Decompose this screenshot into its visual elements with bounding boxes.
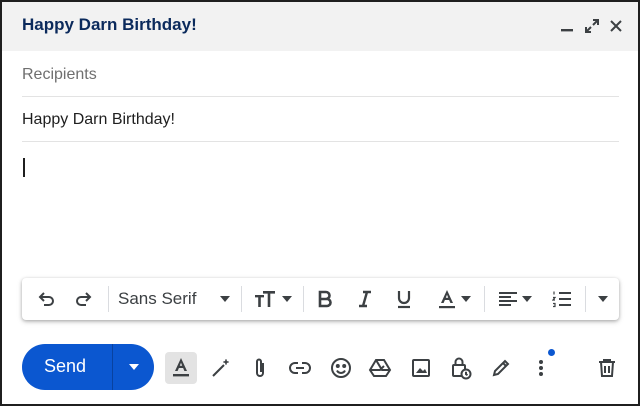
schedule-send-chevron-down-icon[interactable]	[113, 344, 154, 390]
chevron-down-icon	[220, 278, 230, 320]
more-options-icon[interactable]	[525, 352, 557, 384]
minimize-icon[interactable]	[555, 14, 579, 38]
formatting-toolbar: Sans Serif	[22, 278, 619, 320]
drive-icon[interactable]	[364, 352, 396, 384]
subject-text: Happy Darn Birthday!	[22, 111, 175, 128]
confidential-icon[interactable]	[445, 352, 477, 384]
align-button[interactable]	[492, 278, 538, 320]
compose-window: Happy Darn Birthday! Recipients Happy Da…	[0, 0, 640, 406]
message-body[interactable]	[2, 143, 638, 273]
compose-title: Happy Darn Birthday!	[22, 15, 197, 34]
italic-icon[interactable]	[352, 278, 378, 320]
attach-icon[interactable]	[244, 352, 276, 384]
undo-icon[interactable]	[32, 278, 60, 320]
toolbar-separator	[484, 286, 485, 312]
text-size-icon	[255, 291, 275, 307]
trash-icon[interactable]	[591, 352, 623, 384]
toolbar-separator	[241, 286, 242, 312]
photo-icon[interactable]	[405, 352, 437, 384]
compose-header[interactable]: Happy Darn Birthday!	[2, 2, 638, 51]
numbered-list-icon[interactable]	[548, 278, 576, 320]
close-icon[interactable]	[604, 14, 628, 38]
subject-field[interactable]: Happy Darn Birthday!	[22, 97, 619, 142]
toolbar-separator	[108, 286, 109, 312]
font-label: Sans Serif	[118, 289, 197, 308]
emoji-icon[interactable]	[325, 352, 357, 384]
recipients-placeholder: Recipients	[22, 66, 97, 83]
help-me-write-icon[interactable]	[205, 352, 237, 384]
font-select[interactable]: Sans Serif	[118, 278, 236, 320]
chevron-down-icon	[460, 296, 471, 302]
toolbar-separator	[303, 286, 304, 312]
chevron-down-icon	[522, 296, 532, 302]
expand-icon[interactable]	[580, 14, 604, 38]
underline-icon[interactable]	[391, 278, 417, 320]
send-label: Send	[44, 356, 87, 376]
bold-icon[interactable]	[312, 278, 338, 320]
text-color-button[interactable]	[430, 278, 478, 320]
link-icon[interactable]	[284, 352, 316, 384]
text-size-button[interactable]	[250, 278, 296, 320]
chevron-down-icon	[282, 296, 292, 302]
toolbar-separator	[585, 286, 586, 312]
more-formatting-icon[interactable]	[592, 278, 614, 320]
signature-icon[interactable]	[485, 352, 517, 384]
recipients-field[interactable]: Recipients	[22, 52, 619, 97]
send-button[interactable]: Send	[22, 344, 154, 390]
text-color-icon	[438, 290, 455, 309]
align-icon	[499, 292, 517, 306]
redo-icon[interactable]	[70, 278, 98, 320]
text-cursor	[23, 158, 25, 177]
formatting-options-icon[interactable]	[165, 352, 197, 384]
notification-dot	[548, 349, 555, 356]
